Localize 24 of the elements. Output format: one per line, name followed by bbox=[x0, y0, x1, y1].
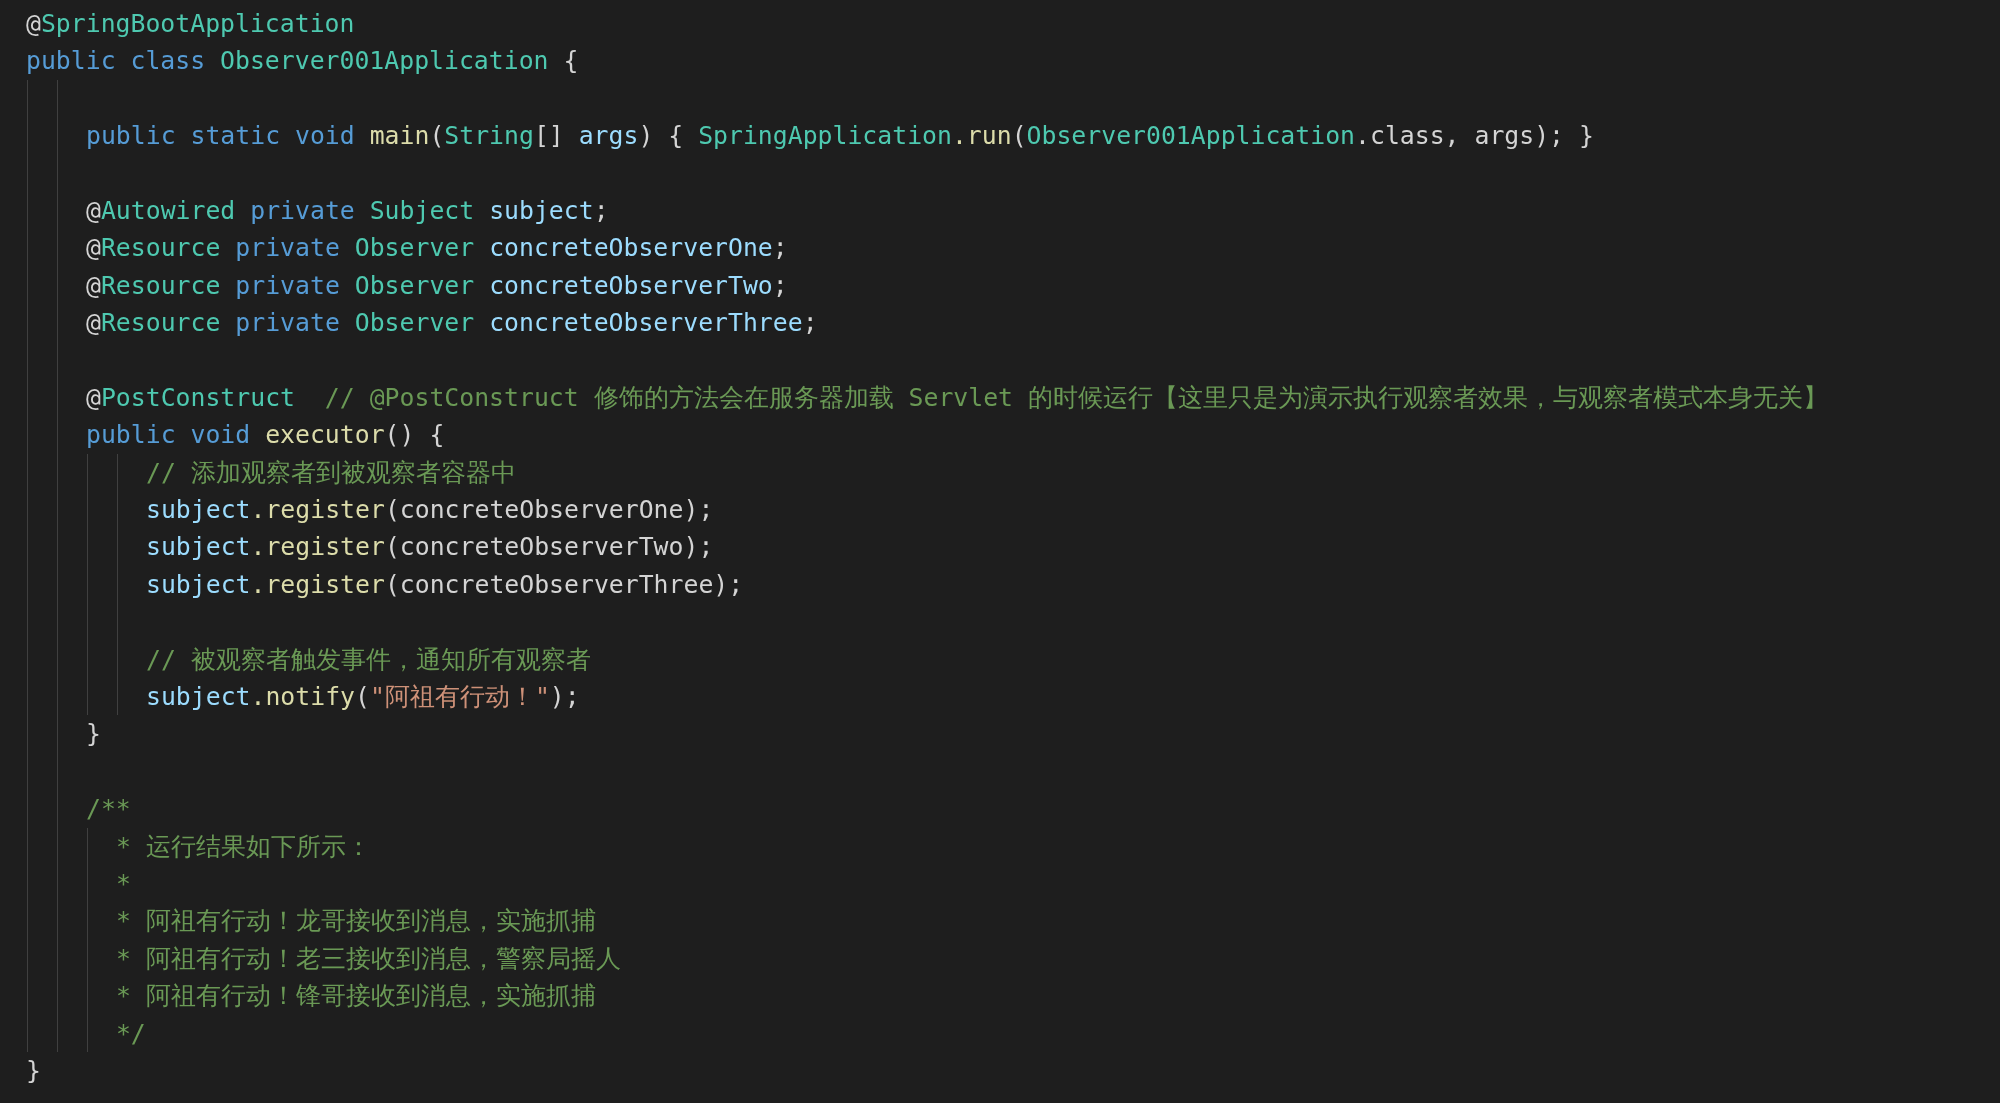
code-line: * bbox=[114, 868, 131, 900]
code-line: public static void main(String[] args) { SpringApplication.run(Observer001Application.class, args); } bbox=[86, 120, 1594, 153]
code-line: subject.register(concreteObserverThree); bbox=[146, 568, 744, 601]
code-line: * 运行结果如下所示： bbox=[114, 830, 371, 863]
code-line: /** bbox=[86, 793, 131, 826]
code-line: * 阿祖有行动！锋哥接收到消息，实施抓捕 bbox=[114, 980, 596, 1013]
code-line: } bbox=[86, 718, 101, 751]
code-line: subject.notify("阿祖有行动！"); bbox=[146, 681, 580, 714]
code-line: // 添加观察者到被观察者容器中 bbox=[146, 456, 516, 489]
code-line: public void executor() { bbox=[86, 419, 445, 452]
code-line: @Resource private Observer concreteObserverOne; bbox=[86, 232, 788, 265]
code-line: * 阿祖有行动！龙哥接收到消息，实施抓捕 bbox=[114, 905, 596, 938]
code-line: // 被观察者触发事件，通知所有观察者 bbox=[146, 643, 591, 676]
code-line: @Resource private Observer concreteObserverTwo; bbox=[86, 269, 788, 302]
code-line: subject.register(concreteObserverTwo); bbox=[146, 531, 714, 564]
code-line: */ bbox=[114, 1017, 146, 1050]
code-line: @Autowired private Subject subject; bbox=[86, 194, 609, 227]
code-line: } bbox=[26, 1054, 41, 1087]
code-line: * 阿祖有行动！老三接收到消息，警察局摇人 bbox=[114, 942, 621, 975]
code-line: subject.register(concreteObserverOne); bbox=[146, 494, 714, 527]
code-line: @PostConstruct // @PostConstruct 修饰的方法会在服务器加载 Servlet 的时候运行【这里只是为演示执行观察者效果，与观察者模式本身无关】 bbox=[86, 381, 1828, 414]
code-line: public class Observer001Application { bbox=[26, 45, 579, 78]
code-line: @SpringBootApplication bbox=[26, 8, 355, 40]
code-line: @Resource private Observer concreteObserverThree; bbox=[86, 307, 818, 340]
